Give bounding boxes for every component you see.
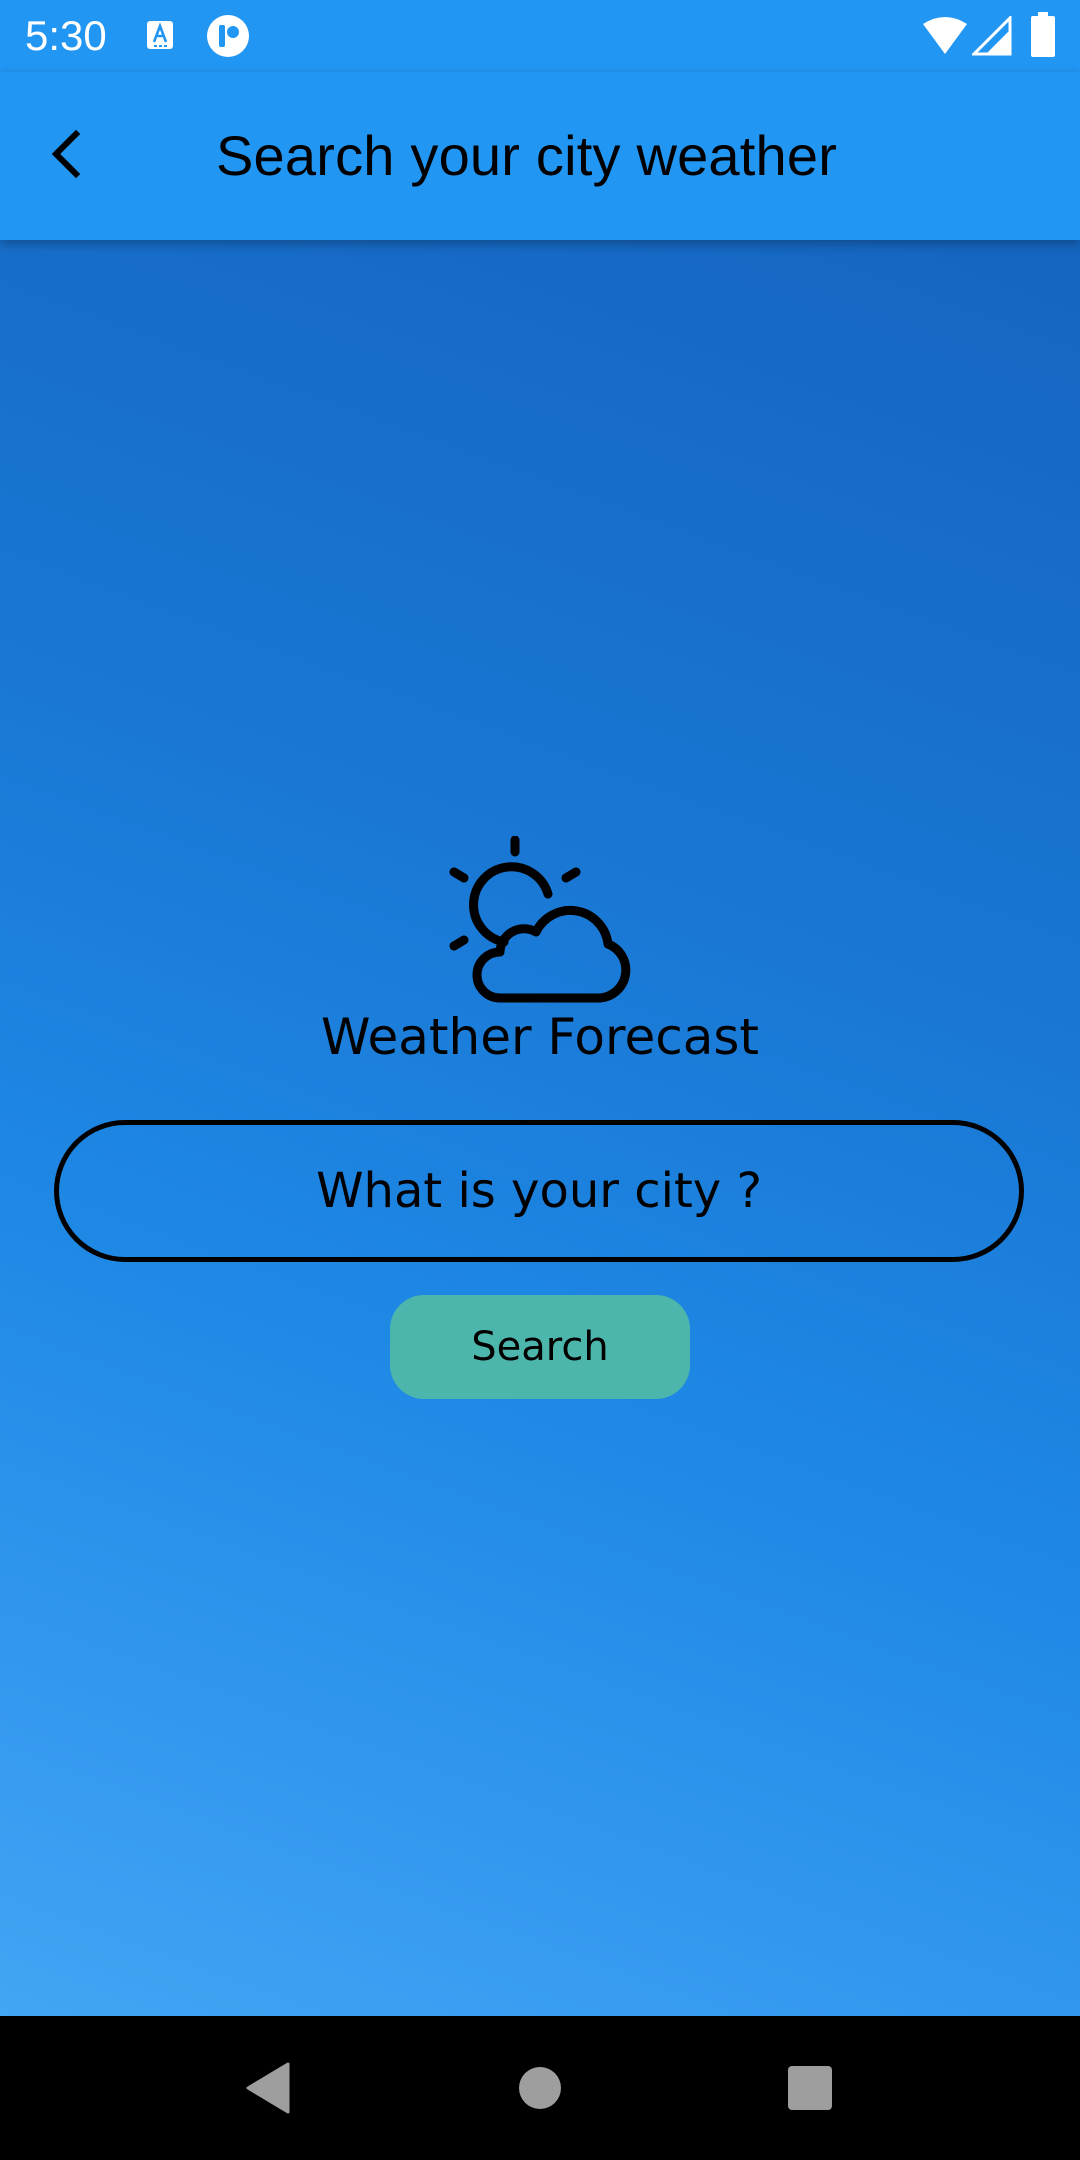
text-a-icon <box>147 21 173 49</box>
search-button[interactable]: Search <box>390 1295 690 1399</box>
app-brand-title: Weather Forecast <box>321 1008 759 1066</box>
status-time: 5:30 <box>25 12 107 59</box>
main-content: Weather Forecast Search <box>0 240 1080 2016</box>
screen: 5:30 Search your city weather Weather Fo… <box>0 0 1080 2160</box>
sun-behind-cloud-icon <box>449 836 631 1003</box>
system-nav-bar <box>0 2016 1080 2160</box>
nav-back-button[interactable] <box>226 2046 310 2130</box>
status-bar: 5:30 <box>0 0 1080 72</box>
battery-icon <box>1031 12 1055 57</box>
city-input-container <box>54 1120 1024 1262</box>
cell-signal-icon <box>972 16 1012 56</box>
page-title: Search your city weather <box>216 124 838 187</box>
nav-home-button[interactable] <box>498 2046 582 2130</box>
nav-recents-icon <box>788 2066 832 2110</box>
nav-recents-button[interactable] <box>768 2046 852 2130</box>
city-search-input[interactable] <box>87 1140 991 1242</box>
nav-home-icon <box>519 2067 561 2109</box>
app-bar: Search your city weather <box>0 72 1080 240</box>
nav-back-icon <box>246 2062 290 2114</box>
chevron-left-icon <box>51 129 81 179</box>
back-button[interactable] <box>24 110 112 198</box>
wifi-icon <box>923 17 967 54</box>
circle-r-icon <box>207 15 249 57</box>
